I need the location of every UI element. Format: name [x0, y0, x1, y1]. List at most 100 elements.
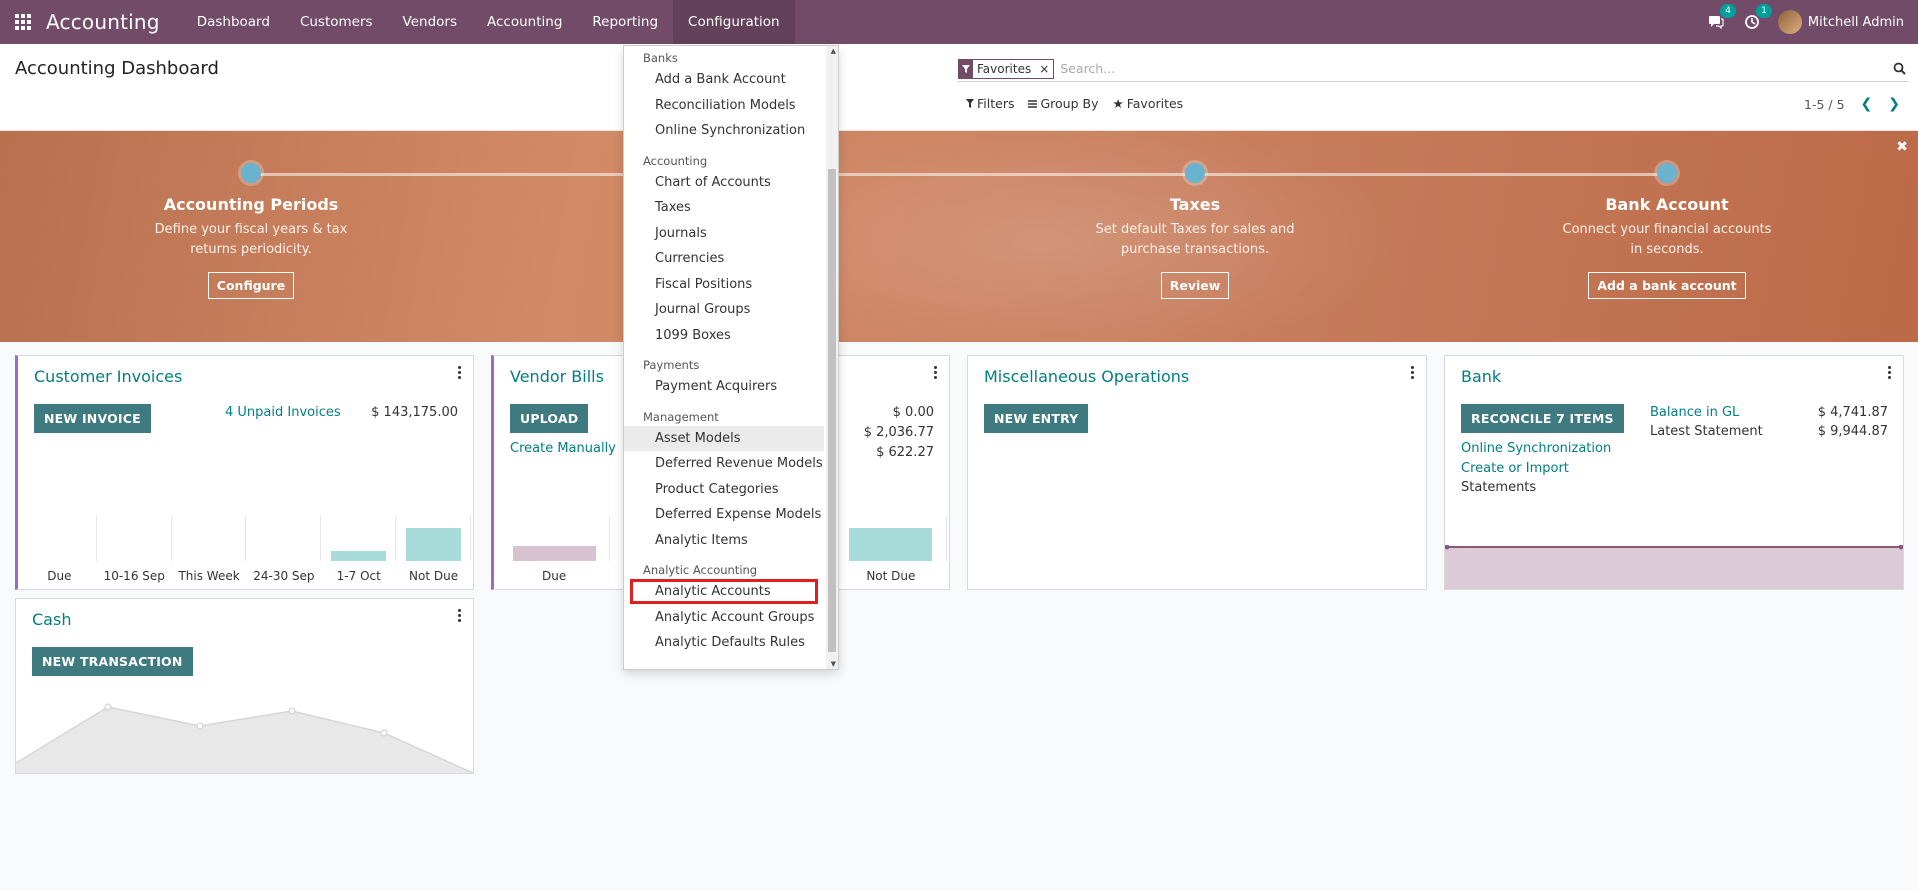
pager-value[interactable]: 1-5 / 5 — [1804, 97, 1845, 112]
kebab-menu-icon[interactable] — [1411, 366, 1414, 379]
kebab-menu-icon[interactable] — [458, 609, 461, 622]
menu-vendors[interactable]: Vendors — [388, 0, 472, 44]
menu-configuration[interactable]: Configuration — [673, 0, 795, 44]
online-sync-link[interactable]: Online Synchronization — [1461, 441, 1611, 456]
chart-axis-label: This Week — [178, 569, 240, 583]
scroll-down-icon[interactable]: ▼ — [831, 660, 836, 668]
unpaid-invoices-link[interactable]: 4 Unpaid Invoices — [225, 405, 341, 420]
chart-bar[interactable] — [405, 528, 462, 561]
card-title[interactable]: Bank — [1461, 367, 1501, 386]
kebab-menu-icon[interactable] — [934, 366, 937, 379]
dropdown-item-chart-of-accounts[interactable]: Chart of Accounts — [624, 170, 824, 195]
dropdown-item-analytic-account-groups[interactable]: Analytic Account Groups — [624, 605, 824, 630]
dropdown-item-taxes[interactable]: Taxes — [624, 195, 824, 220]
dropdown-item-payment-acquirers[interactable]: Payment Acquirers — [624, 374, 824, 399]
kebab-menu-icon[interactable] — [458, 366, 461, 379]
close-icon[interactable]: ✖ — [1896, 139, 1908, 155]
chart-slot — [22, 516, 97, 561]
dropdown-item-online-synchronization[interactable]: Online Synchronization — [624, 118, 824, 143]
chart-bar[interactable] — [849, 528, 933, 561]
messages-icon[interactable]: 4 — [1706, 4, 1736, 32]
balance-gl-value: $ 4,741.87 — [1817, 405, 1888, 420]
step-title: Accounting Periods — [163, 195, 339, 214]
step-description: Set default Taxes for sales and purchase… — [1095, 222, 1295, 257]
create-manually-link[interactable]: Create Manually — [510, 441, 616, 456]
menu-reporting[interactable]: Reporting — [577, 0, 673, 44]
review-button[interactable]: Review — [1160, 272, 1230, 299]
dropdown-item-analytic-defaults-rules[interactable]: Analytic Defaults Rules — [624, 630, 824, 655]
apps-menu-icon[interactable] — [0, 0, 46, 44]
add-bank-account-button[interactable]: Add a bank account — [1588, 272, 1746, 299]
dropdown-item-analytic-accounts[interactable]: Analytic Accounts — [630, 579, 818, 604]
cash-area-chart[interactable] — [16, 683, 473, 773]
upload-button[interactable]: UPLOAD — [510, 404, 589, 433]
chart-bar[interactable] — [331, 551, 387, 561]
control-panel: Accounting Dashboard Favorites × Filters… — [0, 44, 1918, 131]
filters-button[interactable]: Filters — [966, 96, 1014, 111]
banner-progress-line — [250, 173, 1668, 176]
menu-dashboard[interactable]: Dashboard — [182, 0, 285, 44]
kebab-menu-icon[interactable] — [1888, 366, 1891, 379]
top-navbar: Accounting Dashboard Customers Vendors A… — [0, 0, 1918, 44]
menu-accounting[interactable]: Accounting — [472, 0, 577, 44]
pager-next-icon[interactable]: ❯ — [1888, 96, 1900, 112]
card-title[interactable]: Miscellaneous Operations — [984, 367, 1189, 386]
app-brand[interactable]: Accounting — [46, 10, 160, 34]
dropdown-scrollbar[interactable]: ▲ ▼ — [826, 46, 838, 669]
dropdown-item-currencies[interactable]: Currencies — [624, 246, 824, 271]
dropdown-item-journal-groups[interactable]: Journal Groups — [624, 297, 824, 322]
chart-axis-label: Due — [47, 569, 72, 583]
dropdown-section-header: Management — [643, 409, 719, 424]
favorites-button[interactable]: ★ Favorites — [1113, 96, 1184, 111]
step-bank-account: Bank Account Connect your financial acco… — [1537, 163, 1797, 299]
dropdown-item-journals[interactable]: Journals — [624, 221, 824, 246]
group-by-button[interactable]: Group By — [1028, 96, 1099, 111]
statements-text: Statements — [1461, 480, 1537, 495]
dropdown-item-deferred-expense-models[interactable]: Deferred Expense Models — [624, 502, 824, 527]
invoices-bar-chart[interactable]: Due 10-16 Sep This Week 24-30 Sep 1-7 Oct Not… — [22, 491, 471, 589]
dropdown-item-1099-boxes[interactable]: 1099 Boxes — [624, 323, 824, 348]
card-title[interactable]: Vendor Bills — [510, 367, 604, 386]
amount-value: $ 0.00 — [892, 405, 934, 420]
new-transaction-button[interactable]: NEW TRANSACTION — [32, 647, 193, 676]
scroll-up-icon[interactable]: ▲ — [831, 47, 836, 55]
amount-value: $ 2,036.77 — [863, 425, 934, 440]
dropdown-item-reconciliation-models[interactable]: Reconciliation Models — [624, 93, 824, 118]
dropdown-item-add-a-bank-account[interactable]: Add a Bank Account — [624, 67, 824, 92]
configuration-dropdown: ▲ ▼ Banks Add a Bank Account Reconciliatio… — [623, 45, 839, 670]
star-icon: ★ — [1112, 96, 1124, 111]
step-title: Taxes — [1169, 195, 1221, 214]
step-dot — [1657, 163, 1677, 183]
activities-badge: 1 — [1756, 4, 1772, 18]
latest-statement-label: Latest Statement — [1650, 424, 1763, 439]
dropdown-item-product-categories[interactable]: Product Categories — [624, 477, 824, 502]
bank-line-chart[interactable] — [1445, 545, 1903, 589]
card-title[interactable]: Cash — [32, 610, 71, 629]
pager: 1-5 / 5 ❮ ❯ — [1804, 96, 1900, 112]
dropdown-item-fiscal-positions[interactable]: Fiscal Positions — [624, 272, 824, 297]
menu-customers[interactable]: Customers — [285, 0, 388, 44]
reconcile-button[interactable]: RECONCILE 7 ITEMS — [1461, 404, 1624, 433]
bank-card: Bank RECONCILE 7 ITEMS Online Synchroniz… — [1444, 355, 1904, 590]
facet-remove-icon[interactable]: × — [1035, 62, 1053, 76]
card-title[interactable]: Customer Invoices — [34, 367, 182, 386]
facet-label: Favorites — [977, 61, 1032, 76]
activities-clock-icon[interactable]: 1 — [1742, 4, 1772, 32]
chart-bar[interactable] — [512, 546, 596, 561]
chart-axis-label: 10-16 Sep — [103, 569, 165, 583]
scrollbar-thumb[interactable] — [828, 169, 836, 652]
pager-previous-icon[interactable]: ❮ — [1861, 96, 1873, 112]
dropdown-item-asset-models[interactable]: Asset Models — [624, 425, 824, 451]
new-invoice-button[interactable]: NEW INVOICE — [34, 404, 151, 433]
user-menu[interactable]: Mitchell Admin — [1777, 10, 1904, 34]
create-import-link[interactable]: Create or Import — [1461, 461, 1569, 476]
search-input[interactable] — [1060, 61, 1881, 76]
dropdown-item-deferred-revenue-models[interactable]: Deferred Revenue Models — [624, 451, 824, 476]
search-icon[interactable] — [1890, 60, 1908, 78]
balance-gl-link[interactable]: Balance in GL — [1650, 405, 1739, 420]
amount-value: $ 622.27 — [876, 445, 934, 460]
configure-button[interactable]: Configure — [207, 272, 295, 299]
dropdown-item-analytic-items[interactable]: Analytic Items — [624, 528, 824, 553]
dropdown-section-header: Banks — [643, 51, 678, 65]
new-entry-button[interactable]: NEW ENTRY — [984, 404, 1089, 433]
